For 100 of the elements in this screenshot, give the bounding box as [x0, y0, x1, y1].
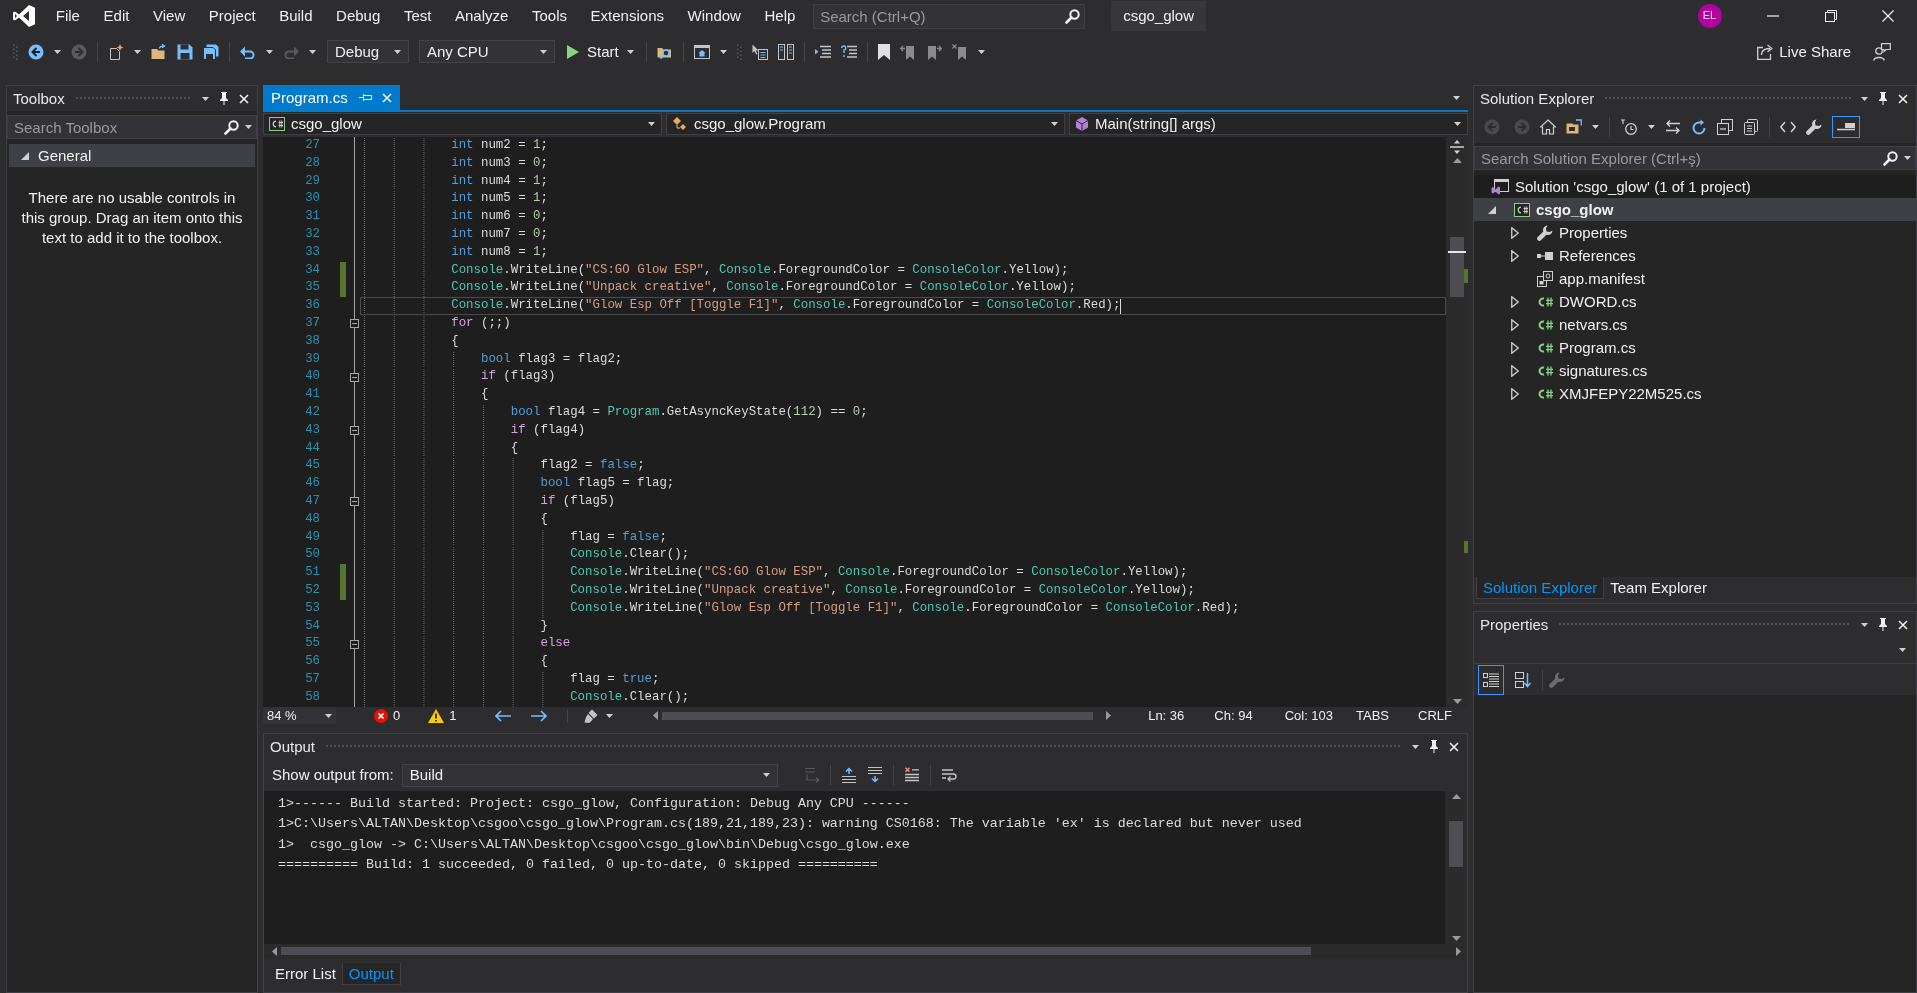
caret-icon[interactable]: [1861, 622, 1868, 627]
back-arrow-icon[interactable]: [495, 709, 512, 722]
configuration-dropdown[interactable]: Debug: [327, 40, 409, 63]
caret-icon[interactable]: [1453, 95, 1460, 100]
menu-item[interactable]: Help: [752, 0, 808, 32]
scroll-right-arrow-icon[interactable]: [1456, 946, 1461, 956]
menu-item[interactable]: View: [141, 0, 198, 32]
tree-item[interactable]: Program.cs: [1474, 336, 1916, 359]
lines-down-arrow-icon[interactable]: [866, 767, 883, 783]
caret-icon[interactable]: [1592, 125, 1599, 129]
navigation-dropdown[interactable]: csgo_glow.Program: [666, 113, 1065, 135]
caret-icon[interactable]: [309, 49, 316, 54]
platform-dropdown[interactable]: Any CPU: [419, 40, 555, 63]
close-icon[interactable]: [1898, 619, 1908, 630]
group-header[interactable]: General: [9, 144, 255, 167]
caret-icon[interactable]: [266, 49, 273, 54]
expand-arrow-icon[interactable]: [1511, 341, 1519, 354]
panel-tab[interactable]: Solution Explorer: [1476, 577, 1605, 599]
collapse-icon[interactable]: [350, 426, 359, 436]
brush-icon[interactable]: [584, 708, 599, 723]
tree-item[interactable]: csgo_glow: [1474, 198, 1916, 221]
back-arrow-icon[interactable]: [28, 43, 44, 60]
split-handle-icon[interactable]: [1450, 140, 1464, 154]
close-icon[interactable]: [1449, 741, 1459, 752]
scroll-down-arrow-icon[interactable]: [1452, 699, 1462, 704]
tree-item[interactable]: netvars.cs: [1474, 313, 1916, 336]
search-field[interactable]: Search Solution Explorer (Ctrl+ş): [1474, 146, 1916, 170]
navigation-dropdown[interactable]: Main(string[] args): [1069, 113, 1468, 135]
expand-arrow-icon[interactable]: [1511, 226, 1519, 239]
search-field[interactable]: Search Toolbox: [7, 115, 257, 139]
account-avatar[interactable]: EL: [1697, 4, 1722, 28]
expand-arrow-icon[interactable]: [1511, 249, 1519, 262]
lines-up-arrow-icon[interactable]: [840, 767, 857, 783]
collapse-icon[interactable]: [350, 639, 359, 649]
close-icon[interactable]: [1882, 10, 1895, 22]
wrench-icon[interactable]: [1806, 119, 1822, 135]
bookmark-right-arrow-icon[interactable]: [925, 43, 942, 60]
expand-arrow-icon[interactable]: [1511, 318, 1519, 331]
navigation-dropdown[interactable]: csgo_glow: [263, 113, 662, 135]
close-icon[interactable]: [1898, 93, 1908, 104]
clock-icon[interactable]: [1620, 119, 1638, 135]
new-document-icon[interactable]: [108, 43, 124, 60]
pin-icon[interactable]: [1878, 92, 1888, 105]
caret-icon[interactable]: [719, 49, 727, 54]
open-folder-icon[interactable]: [151, 43, 167, 60]
scroll-down-arrow-icon[interactable]: [1451, 936, 1461, 941]
tree-item[interactable]: Properties: [1474, 221, 1916, 244]
forward-arrow-icon[interactable]: [531, 709, 548, 722]
scroll-thumb[interactable]: [1450, 237, 1464, 297]
output-source-dropdown[interactable]: Build: [401, 763, 778, 787]
menu-item[interactable]: Analyze: [443, 0, 521, 32]
app-logo-icon[interactable]: [12, 4, 36, 28]
menu-item[interactable]: File: [44, 0, 92, 32]
home-icon[interactable]: [1540, 119, 1556, 135]
zoom-dropdown[interactable]: 84 %: [263, 707, 336, 724]
caret-icon[interactable]: [1904, 156, 1911, 160]
scroll-right-arrow-icon[interactable]: [1106, 711, 1112, 720]
collapse-icon[interactable]: [350, 372, 359, 382]
caret-icon[interactable]: [1412, 744, 1419, 749]
menu-item[interactable]: Test: [392, 0, 444, 32]
menu-item[interactable]: Build: [267, 0, 325, 32]
show-all-files-icon[interactable]: [1743, 119, 1759, 135]
start-button[interactable]: Start: [565, 42, 636, 61]
caret-icon[interactable]: [977, 49, 985, 54]
scroll-up-arrow-icon[interactable]: [1451, 794, 1461, 799]
collapse-all-icon[interactable]: [1717, 119, 1733, 135]
restore-icon[interactable]: [1824, 10, 1837, 22]
warning-count[interactable]: 1: [449, 707, 457, 724]
tree-item[interactable]: signatures.cs: [1474, 359, 1916, 382]
lines-arrow-icon[interactable]: [814, 44, 831, 59]
code-brackets-icon[interactable]: [1780, 121, 1796, 133]
bookmark-icon[interactable]: [877, 43, 890, 60]
search-icon[interactable]: [224, 119, 239, 135]
clear-lines-icon[interactable]: [903, 767, 920, 783]
menu-item[interactable]: Tools: [520, 0, 579, 32]
panel-tab[interactable]: Output: [341, 963, 401, 985]
line-ending-mode[interactable]: CRLF: [1418, 707, 1452, 724]
caret-icon[interactable]: [245, 125, 252, 129]
close-icon[interactable]: [239, 93, 249, 104]
expand-arrow-icon[interactable]: [1511, 364, 1519, 377]
tree-item[interactable]: References: [1474, 244, 1916, 267]
menu-item[interactable]: Project: [197, 0, 268, 32]
sync-arrows-icon[interactable]: [1665, 120, 1681, 134]
caret-icon[interactable]: [202, 96, 209, 101]
panel-tab[interactable]: Error List: [269, 963, 342, 985]
scroll-thumb[interactable]: [662, 711, 1094, 720]
categorized-toggle[interactable]: [1478, 664, 1504, 695]
pointer-lines-icon[interactable]: [751, 43, 768, 60]
menu-item[interactable]: Edit: [91, 0, 142, 32]
collapse-icon[interactable]: [350, 319, 359, 329]
live-share-button[interactable]: Live Share: [1757, 42, 1851, 61]
caret-icon[interactable]: [54, 49, 61, 54]
minimize-icon[interactable]: [1767, 15, 1780, 17]
menu-item[interactable]: Debug: [324, 0, 393, 32]
bookmark-x-icon[interactable]: [951, 43, 968, 60]
panel-tab[interactable]: Team Explorer: [1604, 577, 1713, 599]
undo-icon[interactable]: [240, 44, 256, 59]
menu-item[interactable]: Window: [675, 0, 753, 32]
panels-icon[interactable]: [777, 43, 794, 60]
search-field[interactable]: Search (Ctrl+Q): [813, 3, 1086, 29]
